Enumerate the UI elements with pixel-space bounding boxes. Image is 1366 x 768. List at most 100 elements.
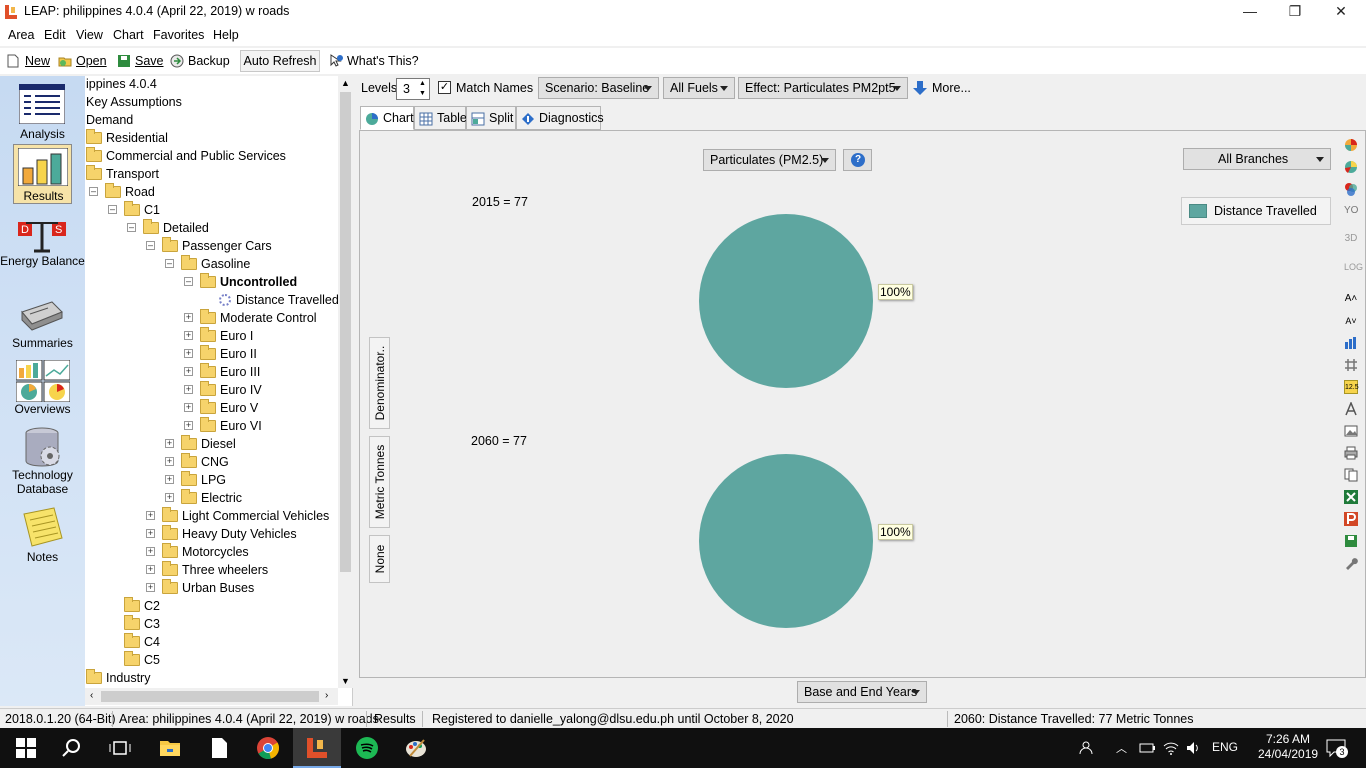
denominator-tab[interactable]: Denominator.. <box>369 337 390 429</box>
sidebar-item-technology-database[interactable]: Technology Database <box>0 426 85 498</box>
search-icon[interactable] <box>60 736 84 760</box>
excel-icon[interactable] <box>1344 490 1358 504</box>
tree-node-uncontrolled[interactable]: Uncontrolled <box>200 273 297 291</box>
area-chart-icon[interactable] <box>1344 182 1358 196</box>
whats-this-button[interactable]: What's This? <box>329 51 419 71</box>
chart-options-icon[interactable] <box>1344 336 1358 350</box>
tree-node-gasoline[interactable]: Gasoline <box>181 255 250 273</box>
more-arrow-icon[interactable] <box>912 80 928 96</box>
tree-horizontal-scrollbar[interactable]: ‹ › <box>85 688 338 705</box>
scroll-right-icon[interactable]: › <box>325 690 328 701</box>
expand-icon[interactable]: + <box>184 367 193 376</box>
document-icon[interactable] <box>207 736 231 760</box>
language-indicator[interactable]: ENG <box>1212 740 1238 754</box>
spotify-icon[interactable] <box>355 736 379 760</box>
close-button[interactable]: ✕ <box>1318 0 1364 24</box>
wrench-icon[interactable] <box>1344 556 1358 570</box>
spin-up-icon[interactable]: ▲ <box>419 80 426 87</box>
paint-icon[interactable] <box>404 736 428 760</box>
export-image-icon[interactable] <box>1344 424 1358 438</box>
tree-node-lpg[interactable]: LPG <box>181 471 226 489</box>
units-tab[interactable]: Metric Tonnes <box>369 436 390 528</box>
years-dropdown[interactable]: Base and End Years <box>797 681 927 703</box>
tree-node-passenger-cars[interactable]: Passenger Cars <box>162 237 272 255</box>
leap-taskbar-button[interactable] <box>293 728 341 768</box>
maximize-button[interactable]: ❐ <box>1272 0 1318 24</box>
match-names-checkbox[interactable]: ✓ <box>438 81 451 94</box>
expand-icon[interactable]: + <box>184 349 193 358</box>
new-button[interactable]: New <box>7 51 50 71</box>
tree-node-diesel[interactable]: Diesel <box>181 435 236 453</box>
scroll-thumb[interactable] <box>101 691 319 702</box>
wifi-icon[interactable] <box>1162 736 1180 760</box>
tree-node-road[interactable]: Road <box>105 183 155 201</box>
tree-node-transport[interactable]: Transport <box>86 165 159 183</box>
levels-spinner[interactable]: 3 ▲ ▼ <box>396 78 430 100</box>
expand-icon[interactable]: + <box>146 511 155 520</box>
help-button[interactable]: ? <box>843 149 872 171</box>
task-view-icon[interactable] <box>108 736 132 760</box>
tree-node-c3[interactable]: C3 <box>124 615 160 633</box>
expand-icon[interactable]: + <box>184 421 193 430</box>
fuels-dropdown[interactable]: All Fuels <box>663 77 735 99</box>
open-button[interactable]: Open <box>58 51 107 71</box>
expand-icon[interactable]: + <box>146 565 155 574</box>
save-chart-icon[interactable] <box>1344 534 1358 548</box>
tree-node-residential[interactable]: Residential <box>86 129 168 147</box>
tree-node-motorcycles[interactable]: Motorcycles <box>162 543 249 561</box>
menu-edit[interactable]: Edit <box>44 28 66 42</box>
expand-icon[interactable]: + <box>146 547 155 556</box>
pollutant-dropdown[interactable]: Particulates (PM2.5) <box>703 149 836 171</box>
tree-node-light-commercial[interactable]: Light Commercial Vehicles <box>162 507 329 525</box>
log-toggle[interactable]: LOG <box>1344 260 1363 274</box>
tree-node-key-assumptions[interactable]: Key Assumptions <box>86 93 182 111</box>
menu-chart[interactable]: Chart <box>113 28 144 42</box>
pie-chart-type-icon[interactable] <box>1344 138 1358 152</box>
expand-icon[interactable]: + <box>165 457 174 466</box>
tree-node-three-wheelers[interactable]: Three wheelers <box>162 561 268 579</box>
action-center-icon[interactable]: 3 <box>1324 736 1348 760</box>
tab-split[interactable]: Split <box>466 106 516 130</box>
chart-legend[interactable]: Distance Travelled <box>1181 197 1331 225</box>
tree-node-distance-travelled[interactable]: Distance Travelled <box>219 291 339 309</box>
tree-node-cng[interactable]: CNG <box>181 453 229 471</box>
tree-node-euro-i[interactable]: Euro I <box>200 327 253 345</box>
windows-start-icon[interactable] <box>14 736 38 760</box>
auto-refresh-button[interactable]: Auto Refresh <box>240 50 320 72</box>
scroll-left-icon[interactable]: ‹ <box>90 690 93 701</box>
sidebar-item-results[interactable]: Results <box>13 144 72 204</box>
copy-icon[interactable] <box>1344 468 1358 482</box>
save-button[interactable]: Save <box>117 51 164 71</box>
pie-slice-2015-distance-travelled[interactable] <box>699 214 873 388</box>
expand-icon[interactable]: + <box>184 313 193 322</box>
sidebar-item-notes[interactable]: Notes <box>0 506 85 566</box>
battery-icon[interactable] <box>1138 736 1156 760</box>
more-button[interactable]: More... <box>932 81 971 95</box>
tab-chart[interactable]: Chart <box>360 106 414 130</box>
minimize-button[interactable]: — <box>1227 0 1273 24</box>
tab-table[interactable]: Table <box>414 106 467 130</box>
tree-node-c2[interactable]: C2 <box>124 597 160 615</box>
menu-help[interactable]: Help <box>213 28 239 42</box>
sidebar-item-energy-balance[interactable]: DS Energy Balance <box>0 216 85 286</box>
tree-node-euro-iii[interactable]: Euro III <box>200 363 260 381</box>
print-icon[interactable] <box>1344 446 1358 460</box>
font-smaller-button[interactable]: A˅ <box>1344 314 1358 328</box>
volume-icon[interactable] <box>1185 736 1203 760</box>
tree-node-electric[interactable]: Electric <box>181 489 242 507</box>
sidebar-item-summaries[interactable]: Summaries <box>0 298 85 354</box>
tree-node-root[interactable]: ippines 4.0.4 <box>86 76 157 93</box>
tree-node-moderate-control[interactable]: Moderate Control <box>200 309 317 327</box>
tree-node-euro-vi[interactable]: Euro VI <box>200 417 262 435</box>
tree-node-detailed[interactable]: Detailed <box>143 219 209 237</box>
collapse-icon[interactable]: – <box>127 223 136 232</box>
scroll-up-icon[interactable]: ▲ <box>341 78 350 88</box>
font-larger-button[interactable]: A˄ <box>1344 292 1358 306</box>
collapse-icon[interactable]: – <box>146 241 155 250</box>
people-icon[interactable] <box>1078 736 1096 760</box>
tree-node-commercial[interactable]: Commercial and Public Services <box>86 147 286 165</box>
expand-icon[interactable]: + <box>184 331 193 340</box>
collapse-icon[interactable]: – <box>184 277 193 286</box>
scroll-down-icon[interactable]: ▼ <box>341 676 350 686</box>
spin-down-icon[interactable]: ▼ <box>419 90 426 97</box>
